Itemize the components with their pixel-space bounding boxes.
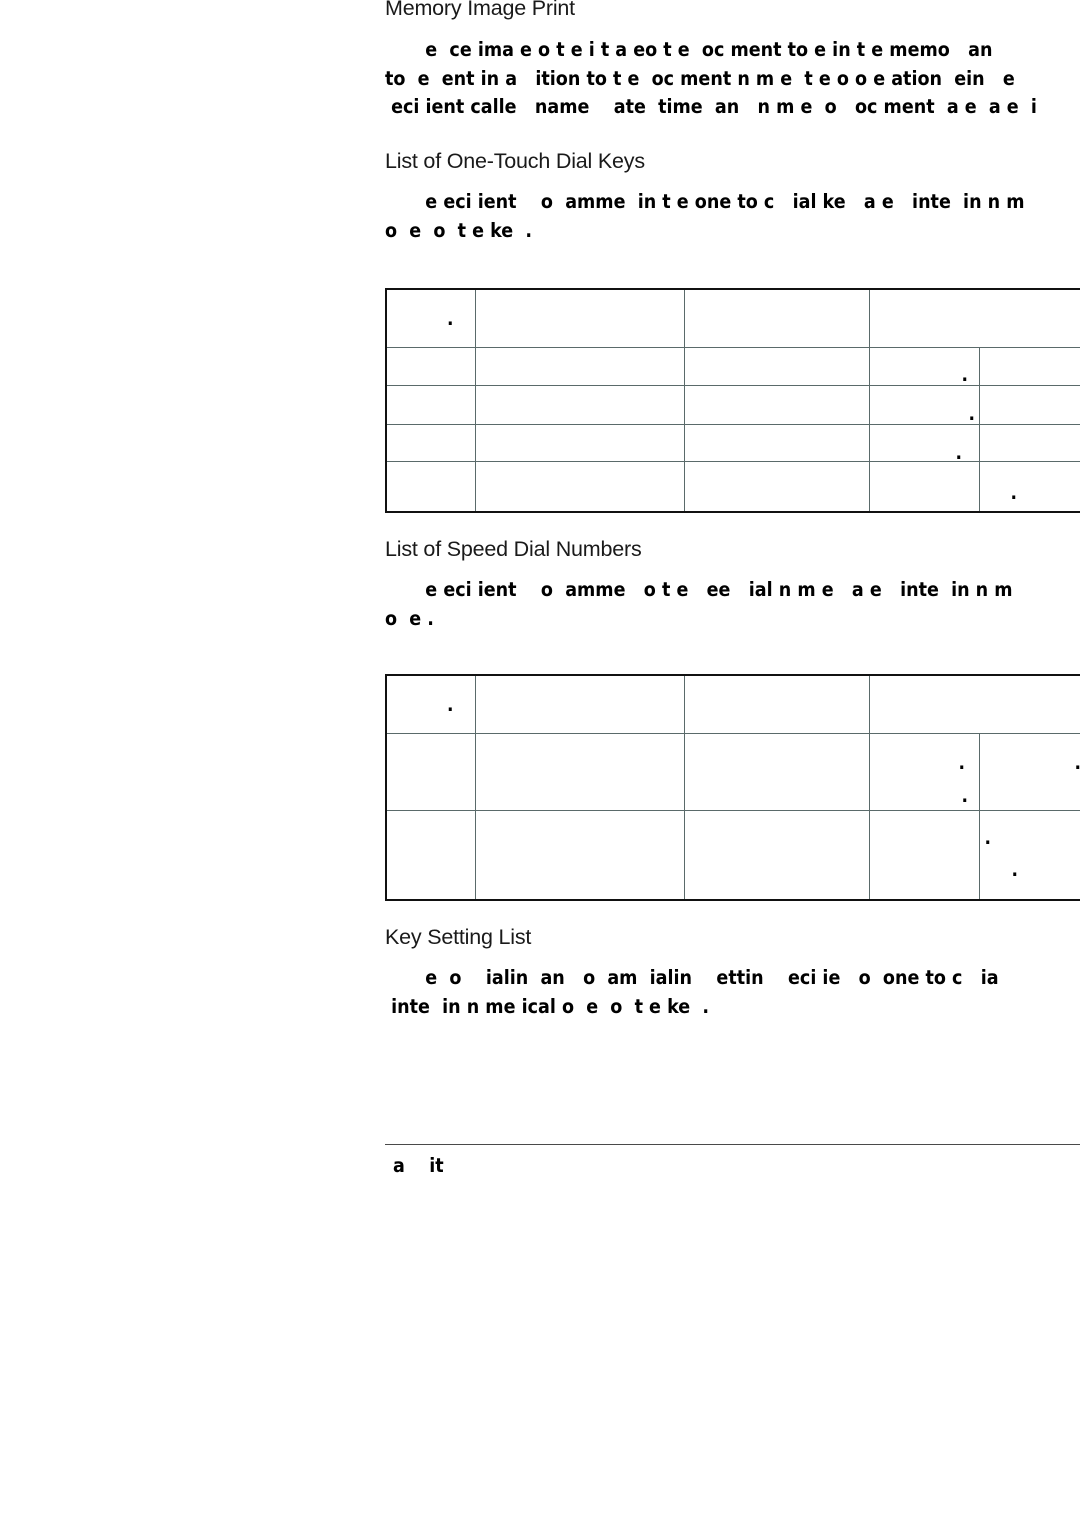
cell-mark: . bbox=[1010, 482, 1018, 504]
table-cell bbox=[385, 810, 476, 901]
table-cell bbox=[978, 347, 1080, 386]
cell-mark: . bbox=[447, 694, 454, 716]
table-cell bbox=[474, 424, 685, 462]
table-row: . bbox=[385, 288, 1080, 348]
document-page: Memory Image Print e ce ima e o t e i t … bbox=[0, 0, 1080, 1529]
paragraph-line: eci ient calle name ate time an n m e o … bbox=[385, 95, 1037, 118]
table-cell bbox=[978, 424, 1080, 462]
table-cell: . bbox=[868, 385, 980, 425]
cell-mark: . bbox=[447, 308, 454, 330]
section-heading-key-setting-list: Key Setting List bbox=[385, 925, 532, 949]
cell-mark: . bbox=[955, 442, 963, 464]
table-cell bbox=[868, 674, 1080, 734]
paragraph-line: e ce ima e o t e i t a eo t e oc ment to… bbox=[407, 38, 993, 61]
cell-mark: . bbox=[984, 827, 992, 849]
paragraph-line: o e o t e ke . bbox=[385, 218, 533, 242]
table-cell bbox=[385, 424, 476, 462]
table-row: . bbox=[385, 424, 1080, 464]
paragraph-memory-image-print: e ce ima e o t e i t a eo t e oc ment to… bbox=[385, 36, 1080, 122]
paragraph-key-setting-list: e o ialin an o am ialin ettin eci ie o o… bbox=[385, 964, 1080, 1021]
table-cell: . bbox=[868, 424, 980, 464]
cell-mark: . bbox=[958, 752, 966, 774]
table-cell: . bbox=[868, 347, 980, 386]
footer-divider bbox=[385, 1144, 1080, 1145]
table-row: . bbox=[385, 461, 1080, 513]
table-cell bbox=[385, 461, 476, 513]
table-cell bbox=[683, 810, 870, 901]
speed-dial-numbers-table: . . . . . bbox=[385, 674, 1080, 901]
cell-mark: . bbox=[961, 785, 969, 807]
table-cell bbox=[385, 385, 476, 425]
table-cell bbox=[868, 288, 1080, 348]
table-row: . bbox=[385, 674, 1080, 734]
paragraph-line: e eci ient o amme o t e ee ial n m e a e… bbox=[407, 578, 1013, 601]
table-cell bbox=[385, 347, 476, 386]
cell-mark: . bbox=[1075, 754, 1080, 773]
table-cell: . . bbox=[978, 810, 1080, 901]
table-row: . . bbox=[385, 810, 1080, 901]
table-cell: . . bbox=[868, 733, 980, 811]
cell-mark: . bbox=[961, 364, 969, 386]
table-cell bbox=[683, 461, 870, 513]
table-cell bbox=[683, 424, 870, 462]
table-cell bbox=[474, 385, 685, 425]
paragraph-speed-dial-numbers: e eci ient o amme o t e ee ial n m e a e… bbox=[385, 576, 1080, 633]
paragraph-line: o e . bbox=[385, 606, 434, 630]
table-row: . bbox=[385, 385, 1080, 425]
table-cell bbox=[474, 461, 685, 513]
table-cell bbox=[683, 733, 870, 811]
table-cell bbox=[474, 674, 685, 734]
table-cell bbox=[683, 674, 870, 734]
table-cell bbox=[978, 385, 1080, 425]
table-row: . . . bbox=[385, 733, 1080, 811]
section-heading-speed-dial-numbers: List of Speed Dial Numbers bbox=[385, 537, 642, 561]
paragraph-line: inte in n me ical o e o t e ke . bbox=[385, 994, 709, 1018]
paragraph-line: e eci ient o amme in t e one to c ial ke… bbox=[407, 190, 1025, 213]
table-cell: . bbox=[385, 288, 476, 348]
table-cell bbox=[474, 347, 685, 386]
section-heading-memory-image-print: Memory Image Print bbox=[385, 0, 575, 20]
table-cell bbox=[385, 733, 476, 811]
table-row: . bbox=[385, 347, 1080, 386]
table-cell: . bbox=[978, 461, 1080, 513]
section-heading-one-touch-dial-keys: List of One-Touch Dial Keys bbox=[385, 149, 645, 173]
table-cell bbox=[474, 733, 685, 811]
footer-label: a it bbox=[393, 1154, 444, 1177]
table-cell bbox=[683, 347, 870, 386]
table-cell bbox=[474, 288, 685, 348]
one-touch-dial-keys-table: . . . . . bbox=[385, 288, 1080, 513]
table-cell bbox=[474, 810, 685, 901]
table-cell bbox=[683, 288, 870, 348]
paragraph-line: to e ent in a ition to t e oc ment n m e… bbox=[385, 66, 1015, 90]
table-cell: . bbox=[978, 733, 1080, 811]
table-cell bbox=[683, 385, 870, 425]
table-cell bbox=[868, 810, 980, 901]
table-cell: . bbox=[385, 674, 476, 734]
cell-mark: . bbox=[1011, 859, 1019, 881]
table-cell bbox=[868, 461, 980, 513]
paragraph-one-touch-dial-keys: e eci ient o amme in t e one to c ial ke… bbox=[385, 188, 1080, 245]
cell-mark: . bbox=[968, 403, 976, 425]
paragraph-line: e o ialin an o am ialin ettin eci ie o o… bbox=[407, 966, 999, 989]
